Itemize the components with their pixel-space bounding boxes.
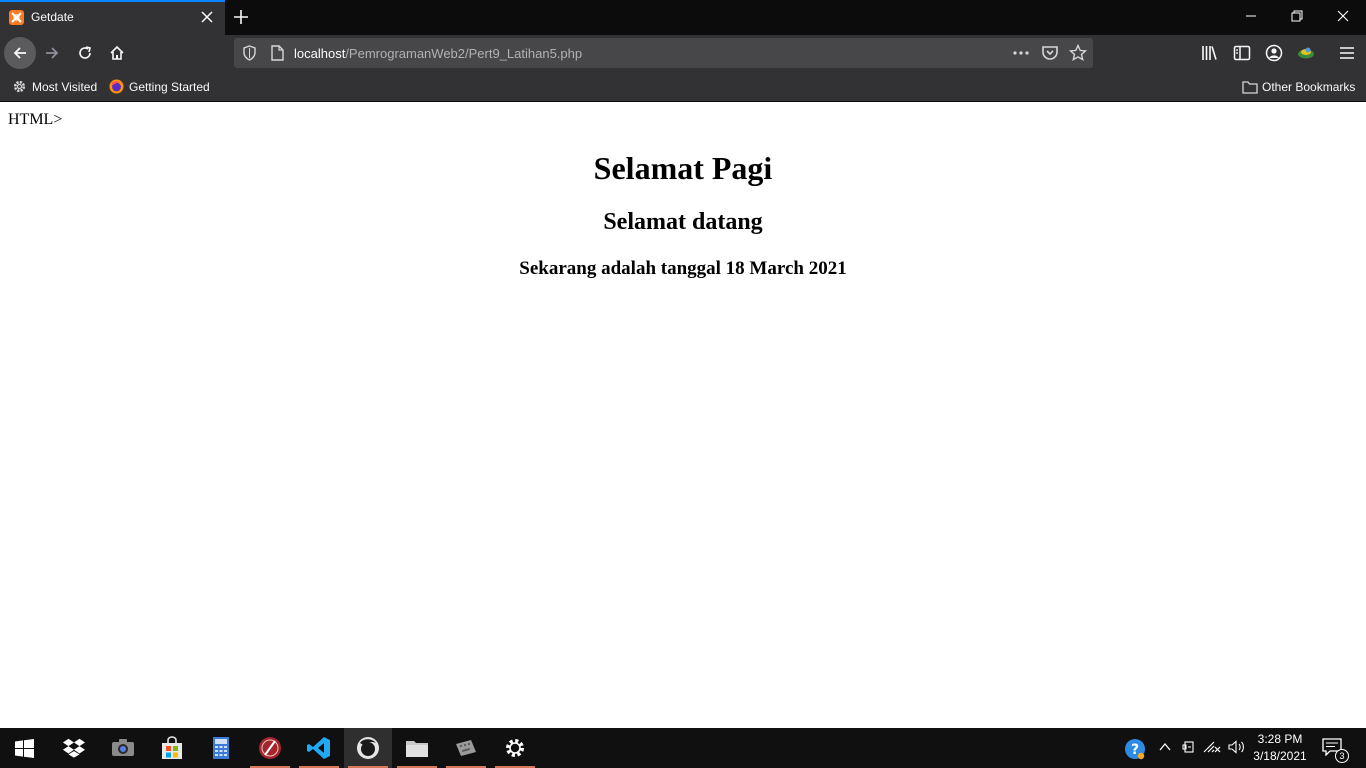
restore-button[interactable]	[1274, 0, 1320, 32]
taskbar-camera[interactable]	[99, 728, 147, 768]
taskbar-calculator[interactable]	[197, 728, 245, 768]
reload-button[interactable]	[69, 37, 101, 69]
camera-icon	[112, 739, 134, 756]
start-icon	[15, 739, 34, 758]
network-disconnected-icon[interactable]	[1203, 740, 1221, 754]
heading-greeting: Selamat Pagi	[593, 150, 773, 186]
taskbar-app-red[interactable]	[246, 728, 294, 768]
taskbar-store[interactable]	[148, 728, 196, 768]
windows-taskbar: ? 3:28 PM 3/18/2021 3	[0, 728, 1366, 768]
taskbar-firefox[interactable]	[344, 728, 392, 768]
firefox-icon	[357, 737, 379, 759]
firefox-icon	[109, 79, 124, 94]
help-icon[interactable]: ?	[1124, 738, 1146, 760]
chevron-up-icon[interactable]	[1158, 740, 1172, 754]
menu-icon[interactable]	[1338, 44, 1356, 62]
heading-date: Sekarang adalah tanggal 18 March 2021	[519, 258, 847, 279]
calculator-icon	[213, 737, 229, 759]
tab-title: Getdate	[31, 10, 74, 24]
xampp-favicon-icon	[9, 10, 24, 25]
page-actions-icon[interactable]	[1012, 44, 1030, 62]
bookmark-label: Other Bookmarks	[1262, 80, 1356, 94]
file-explorer-icon	[406, 741, 428, 757]
tracking-protection-shield-icon[interactable]	[242, 45, 257, 61]
url-text[interactable]: localhost/PemrogramanWeb2/Pert9_Latihan5…	[294, 46, 582, 61]
taskbar-file-explorer[interactable]	[393, 728, 441, 768]
device-icon[interactable]	[1182, 740, 1196, 754]
notification-badge: 3	[1335, 749, 1349, 763]
bookmark-getting-started[interactable]: Getting Started	[109, 79, 219, 95]
taskbar-settings[interactable]	[491, 728, 539, 768]
bookmark-label: Getting Started	[129, 80, 210, 94]
sidebar-icon[interactable]	[1233, 44, 1251, 62]
tab-close-icon[interactable]	[199, 9, 215, 25]
stray-text: HTML>	[8, 111, 63, 128]
taskbar-vscode[interactable]	[295, 728, 343, 768]
forward-button[interactable]	[36, 37, 68, 69]
url-path: /PemrogramanWeb2/Pert9_Latihan5.php	[345, 46, 583, 61]
bookmark-most-visited[interactable]: Most Visited	[12, 79, 102, 95]
bookmark-other-bookmarks[interactable]: Other Bookmarks	[1242, 79, 1357, 95]
bookmark-star-icon[interactable]	[1068, 43, 1088, 62]
library-icon[interactable]	[1201, 44, 1219, 62]
gear-icon	[13, 80, 26, 93]
clock-time: 3:28 PM	[1257, 732, 1303, 746]
new-tab-button[interactable]	[230, 6, 252, 28]
dropbox-icon	[62, 738, 85, 758]
app-red-icon	[259, 737, 281, 759]
volume-icon[interactable]	[1228, 740, 1246, 754]
start-button[interactable]	[0, 728, 48, 768]
minimize-button[interactable]	[1228, 0, 1274, 32]
account-icon[interactable]	[1265, 44, 1283, 62]
vscode-icon	[307, 737, 330, 759]
clock-date: 3/18/2021	[1253, 749, 1307, 763]
url-host: localhost	[294, 46, 346, 61]
pocket-icon[interactable]	[1041, 44, 1059, 62]
settings-icon	[506, 739, 524, 757]
page-info-icon[interactable]	[271, 45, 284, 61]
folder-icon	[1242, 81, 1258, 94]
back-button[interactable]	[4, 37, 36, 69]
page-content: HTML> Selamat Pagi Selamat datang Sekara…	[0, 102, 1366, 728]
extension-icon[interactable]	[1297, 44, 1315, 62]
bookmark-label: Most Visited	[32, 80, 98, 94]
keyboard-tool-icon	[456, 740, 476, 756]
taskbar-clock[interactable]: 3:28 PM 3/18/2021	[1252, 731, 1308, 765]
heading-welcome: Selamat datang	[603, 209, 763, 235]
store-icon	[162, 736, 182, 759]
browser-tab[interactable]: Getdate	[0, 0, 225, 35]
bookmarks-toolbar: Most Visited Getting Started Other Bookm…	[0, 71, 1366, 102]
taskbar-keyboard-tool[interactable]	[442, 728, 490, 768]
taskbar-dropbox[interactable]	[50, 728, 98, 768]
address-bar[interactable]: localhost/PemrogramanWeb2/Pert9_Latihan5…	[234, 38, 1093, 68]
navigation-toolbar: localhost/PemrogramanWeb2/Pert9_Latihan5…	[0, 35, 1366, 71]
tab-active-indicator	[0, 0, 225, 2]
home-button[interactable]	[101, 37, 133, 69]
tab-strip: Getdate	[0, 0, 1366, 35]
close-window-button[interactable]	[1320, 0, 1366, 32]
